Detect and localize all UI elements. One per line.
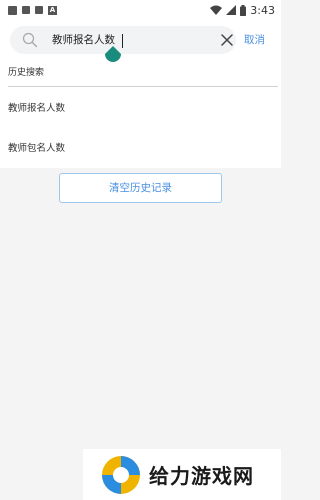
search-box[interactable]: 教师报名人数 [10,26,236,54]
history-divider [8,86,278,87]
notification-icon [35,6,43,14]
history-item[interactable]: 教师报名人数 [8,94,268,124]
search-header: 教师报名人数 取消 [0,20,281,62]
app-notification-icon: A [48,5,57,15]
system-icons: 3:43 [210,4,275,17]
battery-icon [240,4,247,16]
clear-history-button[interactable]: 清空历史记录 [59,173,222,203]
status-time: 3:43 [250,3,275,17]
cancel-button[interactable]: 取消 [244,26,265,54]
clear-input-icon[interactable] [220,33,234,47]
history-item[interactable]: 教师包名人数 [8,134,268,164]
watermark-logo-icon [102,455,140,494]
search-history: 历史搜索 教师报名人数 教师包名人数 [0,62,281,168]
watermark-text: 给力游戏网 [149,464,254,488]
history-title: 历史搜索 [8,68,45,78]
notification-icon [22,6,30,14]
text-caret [122,34,123,48]
wifi-icon [210,5,223,15]
notification-icons: A [8,5,57,15]
signal-icon [226,5,237,15]
search-icon [22,32,38,48]
notification-icon [8,5,17,15]
status-bar: A 3:43 [0,0,281,20]
watermark: 给力游戏网 [83,449,281,500]
